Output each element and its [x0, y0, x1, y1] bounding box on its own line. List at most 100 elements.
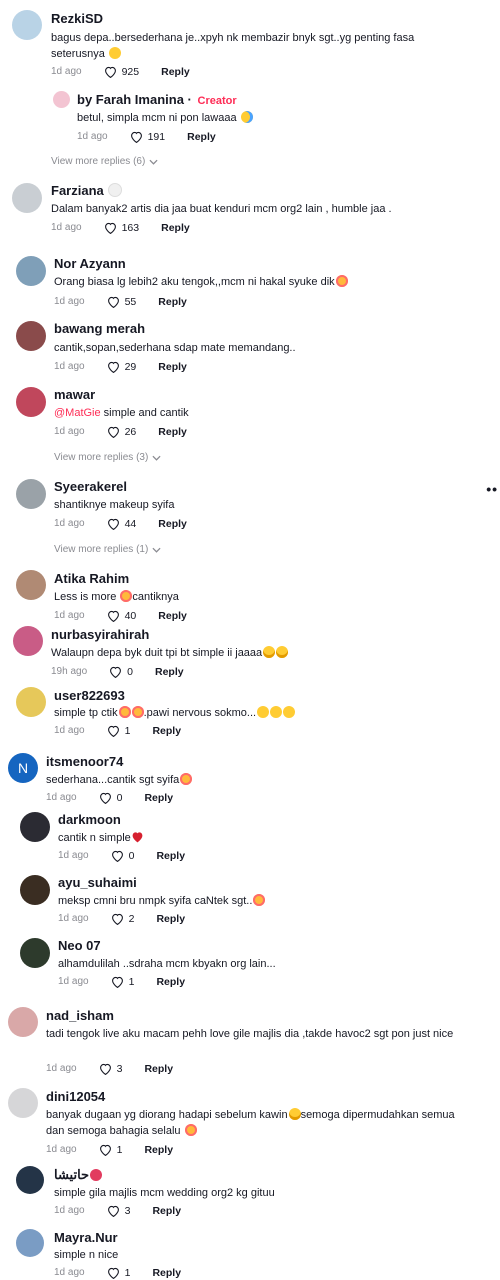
like-button[interactable]: 1 — [107, 1266, 130, 1280]
avatar[interactable] — [16, 479, 46, 509]
heart-outline-icon — [111, 913, 123, 925]
like-button[interactable]: 44 — [107, 517, 137, 531]
view-more-replies[interactable]: View more replies (1) — [54, 544, 161, 555]
username[interactable]: ayu_suhaimi — [58, 875, 137, 891]
reply-button[interactable]: Reply — [152, 1266, 181, 1280]
reply-button[interactable]: Reply — [156, 912, 185, 926]
avatar[interactable] — [8, 1088, 38, 1118]
comment-meta: 1d ago 1 Reply — [46, 1143, 173, 1157]
like-button[interactable]: 1 — [107, 724, 130, 738]
reply-button[interactable]: Reply — [156, 849, 185, 863]
username[interactable]: Farziana — [51, 183, 123, 199]
username[interactable]: darkmoon — [58, 812, 121, 828]
comment-text: simple n nice — [54, 1249, 119, 1261]
avatar[interactable] — [16, 687, 46, 717]
username[interactable]: Syeerakerel — [54, 479, 127, 495]
avatar[interactable] — [16, 387, 46, 417]
reply-button[interactable]: Reply — [158, 295, 187, 309]
like-count: 44 — [124, 518, 137, 530]
reply-button[interactable]: Reply — [161, 65, 190, 79]
like-button[interactable]: 0 — [99, 791, 122, 805]
reply-button[interactable]: Reply — [187, 130, 216, 144]
username[interactable]: by Farah Imanina · Creator — [77, 92, 237, 109]
timestamp: 1d ago — [54, 361, 85, 372]
heart-outline-icon — [107, 361, 119, 373]
avatar[interactable] — [16, 1166, 44, 1194]
white-heart-icon — [108, 183, 123, 197]
reply-button[interactable]: Reply — [158, 425, 187, 439]
like-button[interactable]: 2 — [111, 912, 135, 926]
avatar[interactable] — [16, 256, 46, 286]
heart-outline-icon — [107, 518, 119, 530]
heart-outline-icon — [107, 426, 119, 438]
like-button[interactable]: 3 — [107, 1204, 130, 1218]
like-button[interactable]: 3 — [99, 1062, 122, 1076]
reply-button[interactable]: Reply — [158, 360, 187, 374]
reply-button[interactable]: Reply — [158, 517, 187, 531]
avatar[interactable] — [16, 570, 46, 600]
reply-button[interactable]: Reply — [161, 221, 190, 235]
heart-outline-icon — [99, 792, 111, 804]
like-button[interactable]: 1 — [99, 1143, 122, 1157]
like-button[interactable]: 0 — [111, 849, 134, 863]
reply-button[interactable]: Reply — [156, 975, 185, 989]
username[interactable]: dini12054 — [46, 1089, 105, 1105]
comment-text: Less is more cantiknya — [54, 590, 179, 603]
like-button[interactable]: 925 — [104, 65, 139, 79]
heart-outline-icon — [107, 296, 119, 308]
like-button[interactable]: 163 — [104, 221, 139, 235]
reply-button[interactable]: Reply — [158, 609, 187, 623]
avatar[interactable] — [16, 1229, 44, 1257]
username[interactable]: Neo 07 — [58, 938, 101, 954]
like-button[interactable]: 0 — [109, 665, 133, 679]
username[interactable]: Mayra.Nur — [54, 1230, 118, 1246]
username[interactable]: Nor Azyann — [54, 256, 126, 272]
avatar[interactable] — [53, 91, 70, 108]
comment-text: simple tp ctik .pawi nervous sokmo... — [54, 705, 296, 721]
reply-button[interactable]: Reply — [144, 791, 173, 805]
reply-button[interactable]: Reply — [152, 724, 181, 738]
red-heart-emoji-icon — [132, 832, 143, 843]
reply-button[interactable]: Reply — [152, 1204, 181, 1218]
like-button[interactable]: 40 — [107, 609, 136, 623]
view-more-replies[interactable]: View more replies (3) — [54, 452, 161, 463]
mention-link[interactable]: @MatGie — [54, 407, 101, 419]
avatar[interactable]: N — [8, 753, 38, 783]
comment-text: sederhana...cantik sgt syifa — [46, 772, 193, 788]
like-button[interactable]: 29 — [107, 360, 137, 374]
like-button[interactable]: 191 — [130, 130, 165, 144]
username[interactable]: Atika Rahim — [54, 571, 129, 587]
view-more-replies[interactable]: View more replies (6) — [51, 156, 158, 167]
username[interactable]: bawang merah — [54, 321, 145, 337]
avatar[interactable] — [20, 812, 50, 842]
reply-button[interactable]: Reply — [155, 665, 184, 679]
avatar[interactable] — [8, 1007, 38, 1037]
avatar[interactable] — [12, 10, 42, 40]
comment-text: alhamdulilah ..sdraha mcm kbyakn org lai… — [58, 958, 276, 970]
comment-text: tadi tengok live aku macam pehh love gil… — [46, 1028, 454, 1040]
avatar[interactable] — [20, 938, 50, 968]
username[interactable]: nad_isham — [46, 1008, 114, 1024]
like-count: 2 — [128, 913, 135, 925]
heart-outline-icon — [104, 66, 116, 78]
like-count: 1 — [128, 976, 135, 988]
like-count: 29 — [124, 361, 137, 373]
username[interactable]: user822693 — [54, 688, 125, 704]
like-button[interactable]: 55 — [107, 295, 136, 309]
more-options-icon[interactable]: •• — [486, 481, 498, 497]
username[interactable]: RezkiSD — [51, 11, 103, 27]
avatar[interactable] — [12, 183, 42, 213]
username[interactable]: حاتيشا — [54, 1167, 103, 1183]
username[interactable]: mawar — [54, 387, 95, 403]
username[interactable]: itsmenoor74 — [46, 754, 123, 770]
avatar[interactable] — [13, 626, 43, 656]
avatar[interactable] — [16, 321, 46, 351]
like-count: 26 — [124, 426, 137, 438]
like-button[interactable]: 1 — [111, 975, 135, 989]
timestamp: 1d ago — [54, 610, 85, 621]
avatar[interactable] — [20, 875, 50, 905]
username[interactable]: nurbasyirahirah — [51, 627, 149, 643]
reply-button[interactable]: Reply — [144, 1062, 173, 1076]
reply-button[interactable]: Reply — [144, 1143, 173, 1157]
like-button[interactable]: 26 — [107, 425, 137, 439]
